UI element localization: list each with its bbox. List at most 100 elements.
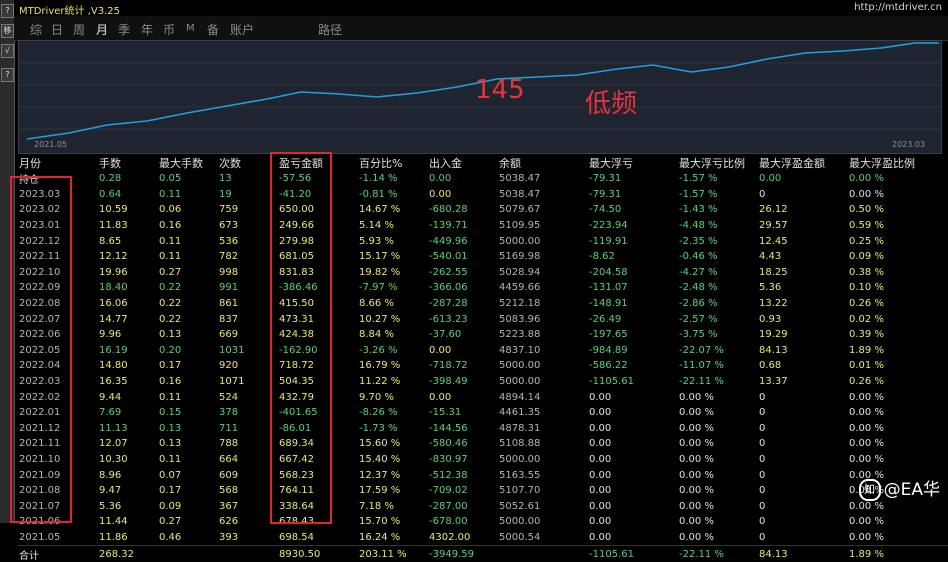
header-max-drawdown[interactable]: 最大浮亏 xyxy=(588,155,678,171)
cell-trades: 393 xyxy=(219,531,239,543)
cell-percent: 14.67 % xyxy=(359,204,401,216)
table-row[interactable]: 2023.01 11.83 0.16 673 249.66 5.14 % -139.71 51… xyxy=(18,218,948,234)
table-row[interactable]: 持仓 0.28 0.05 13 -57.56 -1.14 % 0.00 5038.47 -79.… xyxy=(18,171,948,187)
cell-percent: -7.97 % xyxy=(359,282,398,294)
table-row[interactable]: 2022.02 9.44 0.11 524 432.79 9.70 % 0.00 4894.1… xyxy=(18,389,948,405)
cell-lots: 9.47 xyxy=(99,485,122,497)
cell-max-lots: 0.06 xyxy=(159,204,182,216)
cell-deposit-withdraw: -830.97 xyxy=(429,453,468,465)
table-row[interactable]: 2022.03 16.35 0.16 1071 504.35 11.22 % -398.49… xyxy=(18,374,948,390)
tab-quarter[interactable]: 季 xyxy=(118,21,130,38)
cell-max-floating-profit: 0 xyxy=(759,469,766,481)
table-row[interactable]: 2021.12 11.13 0.13 711 -86.01 -1.73 % -144.56 4… xyxy=(18,421,948,437)
cell-balance: 5109.95 xyxy=(499,220,541,232)
tab-overview[interactable]: 综 xyxy=(30,21,42,38)
cell-balance: 5079.67 xyxy=(499,204,541,216)
cell-trades: 609 xyxy=(219,469,239,481)
cell-deposit-withdraw: -678.00 xyxy=(429,516,468,528)
cell-max-floating-profit: 18.25 xyxy=(759,266,788,278)
check-button[interactable]: √ xyxy=(1,44,14,58)
cell-percent: 16.79 % xyxy=(359,360,401,372)
header-deposit-withdraw[interactable]: 出入金 xyxy=(428,155,498,171)
table-row[interactable]: 2021.10 10.30 0.11 664 667.42 15.40 % -830.97 5… xyxy=(18,452,948,468)
cell-deposit-withdraw: -144.56 xyxy=(429,422,468,434)
header-percent[interactable]: 百分比% xyxy=(358,155,428,171)
move-button[interactable]: 移 xyxy=(1,24,14,38)
tab-account[interactable]: 账户 xyxy=(230,21,254,38)
cell-max-lots: 0.11 xyxy=(159,453,182,465)
table-row[interactable]: 2021.11 12.07 0.13 788 689.34 15.60 % -580.46 5… xyxy=(18,436,948,452)
cell-max-floating-profit: 13.37 xyxy=(759,376,788,388)
cell-max-drawdown: 0.00 xyxy=(589,407,612,419)
header-month[interactable]: 月份 xyxy=(18,155,98,171)
cell-percent: 15.70 % xyxy=(359,516,401,528)
title-bar: MTDriver统计 ,V3.25 http://mtdriver.cn xyxy=(14,0,948,17)
tab-magic[interactable]: M xyxy=(186,23,195,34)
cell-percent: 11.22 % xyxy=(359,376,401,388)
watermark-text: @EA华 xyxy=(883,480,940,500)
overlay-frequency-label: 低频 xyxy=(585,89,638,119)
tab-month[interactable]: 月 xyxy=(96,21,108,38)
table-row[interactable]: 2021.09 8.96 0.07 609 568.23 12.37 % -512.38 51… xyxy=(18,467,948,483)
period-tabs: 综 日 周 月 季 年 币 M 备 账户 路径 xyxy=(14,16,948,41)
website-link[interactable]: http://mtdriver.cn xyxy=(854,2,942,13)
tab-day[interactable]: 日 xyxy=(51,21,63,38)
header-trades[interactable]: 次数 xyxy=(218,155,278,171)
cell-max-floating-profit-ratio: 0.09 % xyxy=(849,251,884,263)
cell-max-lots: 0.15 xyxy=(159,407,182,419)
watermark: 知 @EA华 xyxy=(858,475,940,501)
table-row[interactable]: 2021.08 9.47 0.17 568 764.11 17.59 % -709.02 51… xyxy=(18,483,948,499)
table-row[interactable]: 2021.05 11.86 0.46 393 698.54 16.24 % 4302.00 5… xyxy=(18,530,948,546)
cell-lots: 10.59 xyxy=(99,204,128,216)
cell-max-floating-profit-ratio: 0.00 % xyxy=(849,453,884,465)
header-lots[interactable]: 手数 xyxy=(98,155,158,171)
header-balance[interactable]: 余额 xyxy=(498,155,588,171)
table-row[interactable]: 2022.07 14.77 0.22 837 473.31 10.27 % -613.23 5… xyxy=(18,311,948,327)
cell-max-floating-profit-ratio: 0.39 % xyxy=(849,329,884,341)
table-row[interactable]: 2022.05 16.19 0.20 1031 -162.90 -3.26 % 0.00 48… xyxy=(18,343,948,359)
header-max-lots[interactable]: 最大手数 xyxy=(158,155,218,171)
cell-max-floating-profit: 29.57 xyxy=(759,220,788,232)
total-month: 合计 xyxy=(18,545,98,562)
table-row[interactable]: 2023.02 10.59 0.06 759 650.00 14.67 % -680.28 5… xyxy=(18,202,948,218)
tab-currency[interactable]: 币 xyxy=(163,21,175,38)
header-max-floating-profit[interactable]: 最大浮盈金额 xyxy=(758,155,848,171)
table-row[interactable]: 2022.01 7.69 0.15 378 -401.65 -8.26 % -15.31 44… xyxy=(18,405,948,421)
cell-max-lots: 0.11 xyxy=(159,391,182,403)
info-button[interactable]: ? xyxy=(1,68,14,82)
cell-deposit-withdraw: -262.55 xyxy=(429,266,468,278)
table-row[interactable]: 2022.06 9.96 0.13 669 424.38 8.84 % -37.60 5223… xyxy=(18,327,948,343)
table-row[interactable]: 2022.11 12.12 0.11 782 681.05 15.17 % -540.01 5… xyxy=(18,249,948,265)
tab-path[interactable]: 路径 xyxy=(318,21,342,38)
help-button[interactable]: ? xyxy=(1,4,14,18)
table-row[interactable]: 2022.08 16.06 0.22 861 415.50 8.66 % -287.28 52… xyxy=(18,296,948,312)
cell-percent: 5.14 % xyxy=(359,220,394,232)
table-row[interactable]: 2021.07 5.36 0.09 367 338.64 7.18 % -287.00 505… xyxy=(18,498,948,514)
total-deposit-withdraw: -3949.59 xyxy=(428,545,498,562)
cell-trades: 19 xyxy=(219,188,232,200)
header-max-floating-profit-ratio[interactable]: 最大浮盈比例 xyxy=(848,155,948,171)
table-row[interactable]: 2022.09 18.40 0.22 991 -386.46 -7.97 % -366.06… xyxy=(18,280,948,296)
cell-trades: 711 xyxy=(219,422,239,434)
cell-max-floating-profit: 0 xyxy=(759,422,766,434)
table-row[interactable]: 2022.10 19.96 0.27 998 831.83 19.82 % -262.55 5… xyxy=(18,265,948,281)
tab-note[interactable]: 备 xyxy=(207,21,219,38)
cell-max-floating-profit: 0.68 xyxy=(759,360,782,372)
cell-max-drawdown: 0.00 xyxy=(589,438,612,450)
cell-max-floating-profit: 0 xyxy=(759,391,766,403)
header-max-drawdown-ratio[interactable]: 最大浮亏比例 xyxy=(678,155,758,171)
tab-week[interactable]: 周 xyxy=(73,21,85,38)
table-row[interactable]: 2022.04 14.80 0.17 920 718.72 16.79 % -718.72 5… xyxy=(18,358,948,374)
cell-max-drawdown: 0.00 xyxy=(589,516,612,528)
cell-max-floating-profit: 84.13 xyxy=(759,344,788,356)
cell-max-drawdown: -8.62 xyxy=(589,251,615,263)
table-row[interactable]: 2021.06 11.44 0.27 626 678.43 15.70 % -678.00 5… xyxy=(18,514,948,530)
tab-year[interactable]: 年 xyxy=(141,21,153,38)
cell-trades: 788 xyxy=(219,438,239,450)
table-row[interactable]: 2023.03 0.64 0.11 19 -41.20 -0.81 % 0.00 5038.4… xyxy=(18,187,948,203)
cell-max-lots: 0.13 xyxy=(159,422,182,434)
cell-max-drawdown: 0.00 xyxy=(589,469,612,481)
cell-trades: 759 xyxy=(219,204,239,216)
table-row[interactable]: 2022.12 8.65 0.11 536 279.98 5.93 % -449.96 500… xyxy=(18,233,948,249)
cell-deposit-withdraw: -398.49 xyxy=(429,376,468,388)
